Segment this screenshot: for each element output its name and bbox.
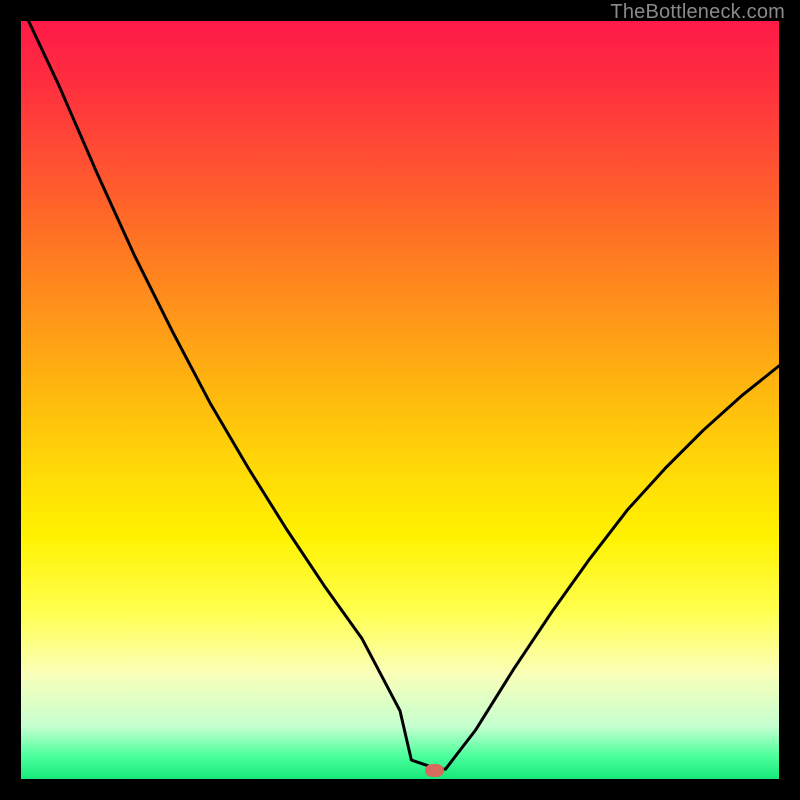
plot-background <box>21 21 779 779</box>
chart-container: TheBottleneck.com <box>0 0 800 800</box>
optimal-point-marker <box>425 764 444 777</box>
watermark-text: TheBottleneck.com <box>610 1 785 24</box>
